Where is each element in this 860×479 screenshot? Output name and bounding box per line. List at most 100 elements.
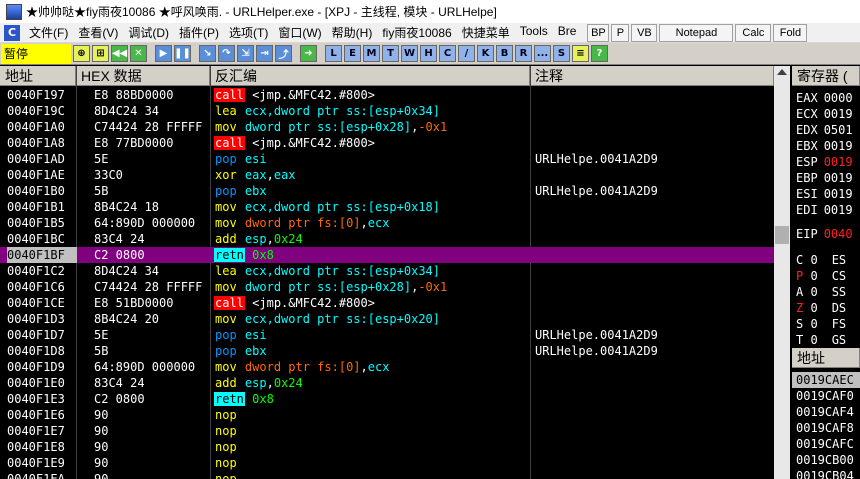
trace-over-icon[interactable]: ⇥	[256, 45, 273, 62]
register-esp[interactable]: ESP 0019	[796, 154, 853, 170]
flag-z[interactable]: Z 0 DS	[796, 300, 846, 316]
disasm-row[interactable]: 0040F1E0 83C4 24 add esp,0x24	[0, 375, 774, 391]
disassembly-pane[interactable]: 地址 HEX 数据 反汇编 注释 0040F197 E8 88BD0000 call…	[0, 66, 774, 479]
menu-item-1[interactable]: 查看(V)	[73, 24, 123, 41]
stack-pane[interactable]: 地址 0019CAEC 0019CAF0 0019CAF4 0019CAF8 0019C…	[792, 348, 860, 479]
menu-item-4[interactable]: 选项(T)	[224, 24, 273, 41]
hex-column-header[interactable]: HEX 数据	[76, 66, 210, 86]
stack-row[interactable]: 0019CB04	[796, 468, 854, 479]
scroll-up-icon[interactable]	[777, 69, 787, 75]
stack-header[interactable]: 地址	[792, 348, 860, 368]
disasm-row[interactable]: 0040F1A8 E8 77BD0000 call <jmp.&MFC42.#800…	[0, 135, 774, 151]
plugin-button-calc[interactable]: Calc	[735, 23, 772, 42]
flag-p[interactable]: P 0 CS	[796, 268, 846, 284]
rewind-icon[interactable]: ◀◀	[111, 45, 128, 62]
stack-row[interactable]: 0019CAF0	[796, 388, 854, 404]
run-icon[interactable]: ▶	[155, 45, 172, 62]
window-button-12[interactable]: S	[553, 45, 570, 62]
window-button-6[interactable]: C	[439, 45, 456, 62]
flag-c[interactable]: C 0 ES	[796, 252, 846, 268]
step-over-icon[interactable]: ↷	[218, 45, 235, 62]
disasm-row[interactable]: 0040F1AD 5E pop esi URLHelpe.0041A2D9	[0, 151, 774, 167]
menu-item-8[interactable]: 快捷菜单	[457, 24, 515, 41]
disasm-row[interactable]: 0040F1C2 8D4C24 34 lea ecx,dword ptr ss:[e…	[0, 263, 774, 279]
window-button-0[interactable]: L	[325, 45, 342, 62]
menu-item-7[interactable]: fiy雨夜10086	[377, 24, 456, 41]
disasm-row[interactable]: 0040F1EA 90 nop	[0, 471, 774, 479]
disasm-row[interactable]: 0040F1E9 90 nop	[0, 455, 774, 471]
disasm-row[interactable]: 0040F1E7 90 nop	[0, 423, 774, 439]
disasm-column-header[interactable]: 反汇编	[210, 66, 530, 86]
disasm-scrollbar[interactable]	[774, 66, 790, 479]
disasm-row[interactable]: 0040F1E6 90 nop	[0, 407, 774, 423]
flag-s[interactable]: S 0 FS	[796, 316, 846, 332]
window-button-3[interactable]: T	[382, 45, 399, 62]
window-button-2[interactable]: M	[363, 45, 380, 62]
window-button-7[interactable]: /	[458, 45, 475, 62]
window-button-10[interactable]: R	[515, 45, 532, 62]
flag-a[interactable]: A 0 SS	[796, 284, 846, 300]
window-button-4[interactable]: W	[401, 45, 418, 62]
register-ebp[interactable]: EBP 0019	[796, 170, 853, 186]
menu-item-9[interactable]: Tools	[515, 24, 553, 41]
window-button-11[interactable]: ...	[534, 45, 551, 62]
options-icon[interactable]: ≡	[572, 45, 589, 62]
plugin-button-p[interactable]: P	[611, 23, 630, 42]
disasm-row[interactable]: 0040F1D9 64:890D 000000 mov dword ptr fs:[…	[0, 359, 774, 375]
stop-icon[interactable]: ✕	[130, 45, 147, 62]
goto-icon[interactable]: ➜	[300, 45, 317, 62]
registers-pane[interactable]: 寄存器 ( EAX 0000 ECX 0019 EDX 0501 EBX 0019 ESP 001…	[792, 66, 860, 348]
window-button-5[interactable]: H	[420, 45, 437, 62]
register-edi[interactable]: EDI 0019	[796, 202, 853, 218]
comment-column-header[interactable]: 注释	[530, 66, 774, 86]
disasm-row[interactable]: 0040F1BF C2 0800 retn 0x8	[0, 247, 774, 263]
register-ecx[interactable]: ECX 0019	[796, 106, 853, 122]
stack-row[interactable]: 0019CAEC	[792, 372, 860, 388]
menu-item-3[interactable]: 插件(P)	[174, 24, 224, 41]
window-button-8[interactable]: K	[477, 45, 494, 62]
disasm-row[interactable]: 0040F197 E8 88BD0000 call <jmp.&MFC42.#800…	[0, 87, 774, 103]
registers-header[interactable]: 寄存器 (	[792, 66, 860, 86]
help-icon[interactable]: ?	[591, 45, 608, 62]
register-eip[interactable]: EIP 0040	[796, 226, 853, 242]
window-button-9[interactable]: B	[496, 45, 513, 62]
close-icon[interactable]: ⊞	[92, 45, 109, 62]
stack-row[interactable]: 0019CAF4	[796, 404, 854, 420]
trace-into-icon[interactable]: ⇲	[237, 45, 254, 62]
disasm-row[interactable]: 0040F1B5 64:890D 000000 mov dword ptr fs:[…	[0, 215, 774, 231]
step-into-icon[interactable]: ↘	[199, 45, 216, 62]
open-icon[interactable]: ⊕	[73, 45, 90, 62]
stack-row[interactable]: 0019CAFC	[796, 436, 854, 452]
disasm-row[interactable]: 0040F1E8 90 nop	[0, 439, 774, 455]
disasm-row[interactable]: 0040F1CE E8 51BD0000 call <jmp.&MFC42.#800…	[0, 295, 774, 311]
disasm-row[interactable]: 0040F1B1 8B4C24 18 mov ecx,dword ptr ss:[e…	[0, 199, 774, 215]
disasm-row[interactable]: 0040F1E3 C2 0800 retn 0x8	[0, 391, 774, 407]
disasm-row[interactable]: 0040F1C6 C74424 28 FFFFF mov dword ptr ss:…	[0, 279, 774, 295]
address-column-header[interactable]: 地址	[0, 66, 76, 86]
register-eax[interactable]: EAX 0000	[796, 90, 853, 106]
disasm-row[interactable]: 0040F1D3 8B4C24 20 mov ecx,dword ptr ss:[e…	[0, 311, 774, 327]
disasm-row[interactable]: 0040F1AE 33C0 xor eax,eax	[0, 167, 774, 183]
disasm-row[interactable]: 0040F1D8 5B pop ebx URLHelpe.0041A2D9	[0, 343, 774, 359]
plugin-button-vb[interactable]: VB	[631, 23, 658, 42]
menu-item-5[interactable]: 窗口(W)	[273, 24, 326, 41]
window-button-1[interactable]: E	[344, 45, 361, 62]
disasm-row[interactable]: 0040F1BC 83C4 24 add esp,0x24	[0, 231, 774, 247]
menu-item-10[interactable]: Bre	[553, 24, 582, 41]
disasm-row[interactable]: 0040F1D7 5E pop esi URLHelpe.0041A2D9	[0, 327, 774, 343]
pause-icon[interactable]: ❚❚	[174, 45, 191, 62]
disasm-row[interactable]: 0040F1B0 5B pop ebx URLHelpe.0041A2D9	[0, 183, 774, 199]
menu-item-0[interactable]: 文件(F)	[24, 24, 73, 41]
stack-row[interactable]: 0019CAF8	[796, 420, 854, 436]
stack-row[interactable]: 0019CB00	[796, 452, 854, 468]
execute-till-return-icon[interactable]: ⤴	[275, 45, 292, 62]
flag-t[interactable]: T 0 GS	[796, 332, 846, 348]
menu-item-6[interactable]: 帮助(H)	[327, 24, 378, 41]
disasm-row[interactable]: 0040F19C 8D4C24 34 lea ecx,dword ptr ss:[e…	[0, 103, 774, 119]
plugin-button-fold[interactable]: Fold	[773, 23, 808, 42]
register-edx[interactable]: EDX 0501	[796, 122, 853, 138]
register-esi[interactable]: ESI 0019	[796, 186, 853, 202]
menu-item-2[interactable]: 调试(D)	[123, 24, 174, 41]
disasm-row[interactable]: 0040F1A0 C74424 28 FFFFF mov dword ptr ss:…	[0, 119, 774, 135]
scroll-thumb[interactable]	[775, 226, 789, 244]
